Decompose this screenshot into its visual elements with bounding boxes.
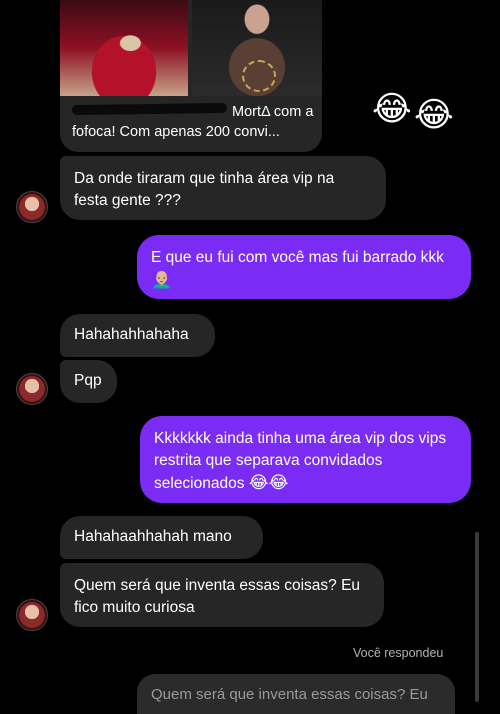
contact-avatar[interactable] (16, 191, 48, 223)
message-text: Quem será que inventa essas coisas? Eu f… (74, 577, 361, 616)
contact-avatar[interactable] (16, 599, 48, 631)
post-caption: MortΔ com a fofoca! Com apenas 200 convi… (72, 102, 314, 142)
message-bubble[interactable]: Pqp (60, 360, 117, 403)
message-bubble[interactable]: Da onde tiraram que tinha área vip na fe… (60, 156, 386, 220)
reaction-emoji-1[interactable]: 😂 (372, 92, 412, 126)
message-bubble[interactable]: Quem será que inventa essas coisas? Eu f… (60, 563, 384, 627)
reply-quote-preview[interactable]: Quem será que inventa essas coisas? Eu (137, 674, 455, 714)
message-text: Hahahahhahaha (74, 326, 189, 343)
reply-indicator-bar (475, 532, 479, 702)
laughing-emoji: 😂😂 (248, 473, 289, 492)
reaction-emoji-2[interactable]: 😂 (414, 98, 454, 132)
bald-man-emoji: 👨🏼‍🦲 (151, 270, 173, 289)
message-bubble[interactable]: Hahahaahhahah mano (60, 516, 263, 559)
message-bubble[interactable]: Hahahahhahaha (60, 314, 215, 357)
message-text: E que eu fui com você mas fui barrado kk… (151, 249, 444, 266)
message-text: Hahahaahhahah mano (74, 528, 232, 545)
message-bubble[interactable]: E que eu fui com você mas fui barrado kk… (137, 235, 471, 299)
message-bubble[interactable]: Kkkkkkk ainda tinha uma área vip dos vip… (140, 416, 471, 503)
message-text: Pqp (74, 372, 102, 389)
shared-post-card[interactable]: MortΔ com a fofoca! Com apenas 200 convi… (60, 0, 322, 152)
replied-label: Você respondeu (353, 646, 444, 660)
post-image-left (60, 0, 188, 96)
message-text: Kkkkkkk ainda tinha uma área vip dos vip… (154, 430, 447, 492)
reply-quote-text: Quem será que inventa essas coisas? Eu (151, 686, 428, 703)
contact-avatar[interactable] (16, 373, 48, 405)
post-caption-line-2: fofoca! Com apenas 200 convi... (72, 124, 280, 140)
post-image-right (192, 0, 322, 96)
message-text: Da onde tiraram que tinha área vip na fe… (74, 170, 335, 209)
post-caption-line-1: MortΔ com a (232, 104, 314, 120)
